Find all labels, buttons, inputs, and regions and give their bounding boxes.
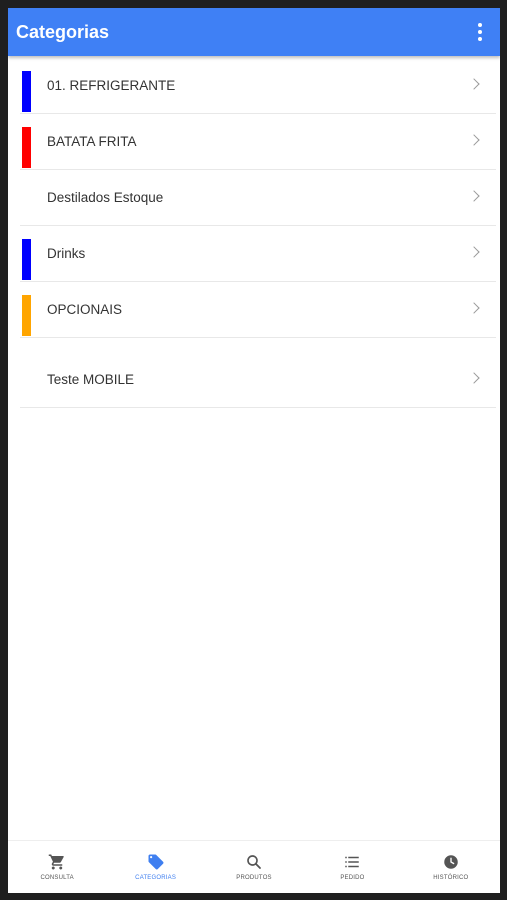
chevron-right-icon	[468, 246, 480, 258]
nav-pedido[interactable]: PEDIDO	[303, 841, 401, 893]
list-icon	[345, 856, 360, 868]
cart-icon	[48, 854, 64, 870]
category-list: 01. REFRIGERANTE BATATA FRITA Destilados…	[20, 58, 496, 408]
category-label: 01. REFRIGERANTE	[47, 78, 176, 93]
category-item-opcionais[interactable]: OPCIONAIS	[20, 282, 496, 338]
app-bar: Categorias	[8, 8, 500, 56]
nav-label: PRODUTOS	[236, 875, 272, 881]
category-color-marker	[22, 239, 31, 280]
chevron-right-icon	[468, 302, 480, 314]
category-item-teste-mobile[interactable]: Teste MOBILE	[20, 338, 496, 408]
category-item-batata-frita[interactable]: BATATA FRITA	[20, 114, 496, 170]
clock-icon	[444, 855, 458, 869]
tag-icon	[148, 854, 164, 870]
nav-label: CONSULTA	[40, 875, 74, 881]
category-label: Teste MOBILE	[47, 372, 135, 387]
chevron-right-icon	[468, 190, 480, 202]
nav-historico[interactable]: HISTÓRICO	[402, 841, 500, 893]
category-item-drinks[interactable]: Drinks	[20, 226, 496, 282]
nav-label: HISTÓRICO	[433, 875, 469, 881]
search-icon	[247, 855, 261, 869]
category-color-marker	[22, 127, 31, 168]
chevron-right-icon	[468, 78, 480, 90]
category-label: Drinks	[47, 246, 86, 261]
category-color-marker	[22, 295, 31, 336]
category-label: Destilados Estoque	[47, 190, 164, 205]
category-color-marker	[22, 71, 31, 112]
page-title: Categorias	[16, 22, 110, 42]
category-item-destilados-estoque[interactable]: Destilados Estoque	[20, 170, 496, 226]
nav-label: CATEGORIAS	[135, 875, 177, 881]
nav-label: PEDIDO	[340, 875, 365, 881]
nav-produtos[interactable]: PRODUTOS	[205, 841, 303, 893]
category-item-refrigerante[interactable]: 01. REFRIGERANTE	[20, 58, 496, 114]
category-label: BATATA FRITA	[47, 134, 137, 149]
category-label: OPCIONAIS	[47, 302, 123, 317]
nav-consulta[interactable]: CONSULTA	[8, 841, 106, 893]
more-vert-icon[interactable]	[468, 18, 492, 46]
chevron-right-icon	[468, 372, 480, 384]
chevron-right-icon	[468, 134, 480, 146]
bottom-nav: CONSULTA CATEGORIAS PRODUTOS PEDIDO HIST…	[8, 840, 500, 893]
nav-categorias[interactable]: CATEGORIAS	[106, 841, 204, 893]
phone-screen: Categorias 01. REFRIGERANTE BATATA FRITA…	[8, 8, 500, 893]
